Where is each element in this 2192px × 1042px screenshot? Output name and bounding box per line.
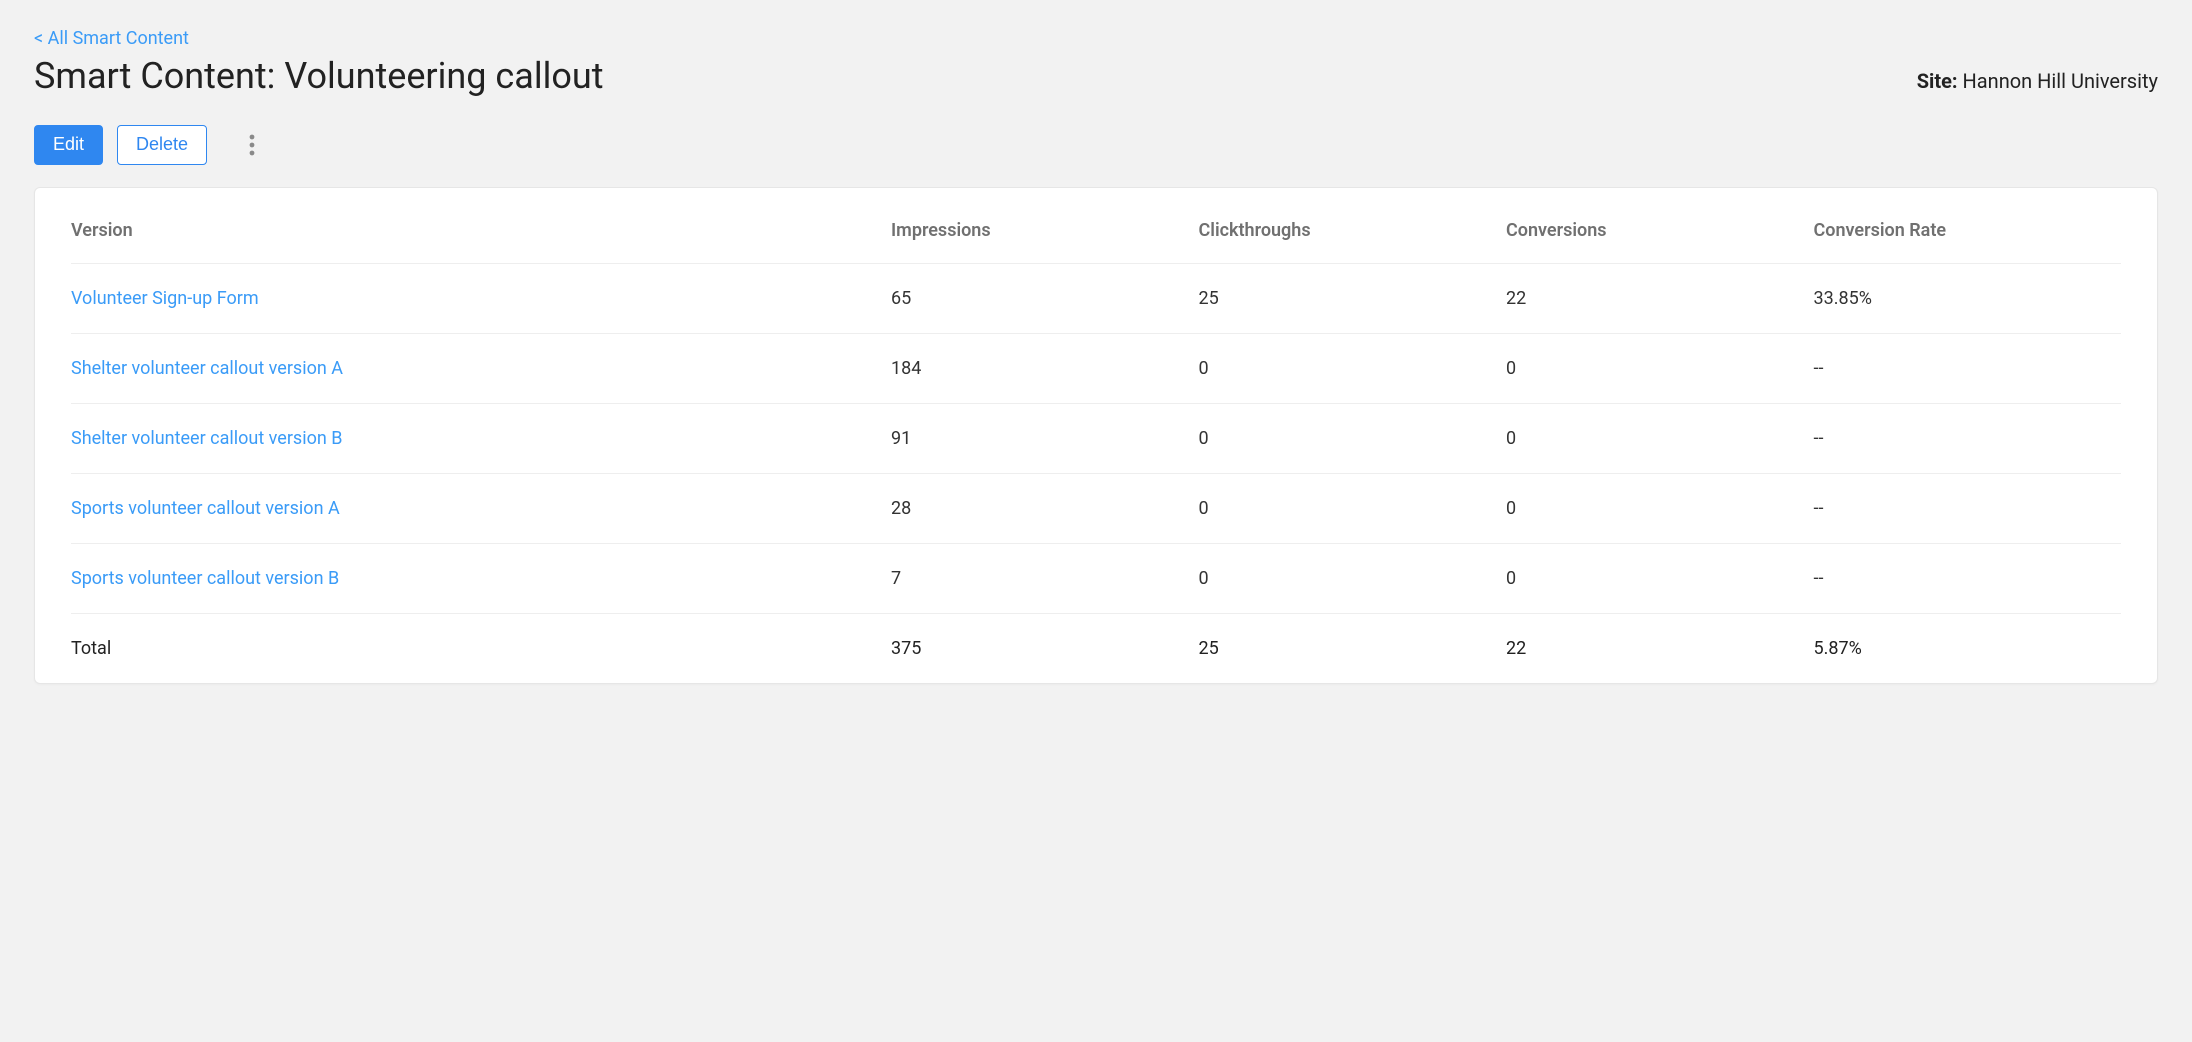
total-impressions: 375 xyxy=(891,613,1199,683)
cell-conversions: 0 xyxy=(1506,543,1814,613)
stats-table: Version Impressions Clickthroughs Conver… xyxy=(71,188,2121,683)
cell-impressions: 91 xyxy=(891,403,1199,473)
cell-conversion-rate: -- xyxy=(1814,403,2122,473)
cell-clickthroughs: 0 xyxy=(1199,333,1507,403)
stats-card: Version Impressions Clickthroughs Conver… xyxy=(34,187,2158,684)
table-row: Volunteer Sign-up Form 65 25 22 33.85% xyxy=(71,263,2121,333)
total-clickthroughs: 25 xyxy=(1199,613,1507,683)
cell-impressions: 184 xyxy=(891,333,1199,403)
site-name: Hannon Hill University xyxy=(1963,69,2158,93)
delete-button[interactable]: Delete xyxy=(117,125,207,165)
cell-conversion-rate: -- xyxy=(1814,473,2122,543)
version-link[interactable]: Sports volunteer callout version A xyxy=(71,498,340,519)
version-link[interactable]: Volunteer Sign-up Form xyxy=(71,288,259,309)
version-link[interactable]: Shelter volunteer callout version A xyxy=(71,358,343,379)
table-row: Sports volunteer callout version A 28 0 … xyxy=(71,473,2121,543)
table-row: Sports volunteer callout version B 7 0 0… xyxy=(71,543,2121,613)
cell-conversions: 0 xyxy=(1506,473,1814,543)
cell-conversion-rate: -- xyxy=(1814,543,2122,613)
cell-conversions: 22 xyxy=(1506,263,1814,333)
cell-conversion-rate: 33.85% xyxy=(1814,263,2122,333)
cell-clickthroughs: 0 xyxy=(1199,473,1507,543)
cell-conversions: 0 xyxy=(1506,333,1814,403)
col-header-conversions[interactable]: Conversions xyxy=(1506,188,1814,264)
col-header-impressions[interactable]: Impressions xyxy=(891,188,1199,264)
col-header-conversion-rate[interactable]: Conversion Rate xyxy=(1814,188,2122,264)
cell-impressions: 28 xyxy=(891,473,1199,543)
breadcrumb-link[interactable]: < All Smart Content xyxy=(34,28,189,49)
page-title: Smart Content: Volunteering callout xyxy=(34,55,603,97)
total-conversions: 22 xyxy=(1506,613,1814,683)
col-header-clickthroughs[interactable]: Clickthroughs xyxy=(1199,188,1507,264)
cell-clickthroughs: 25 xyxy=(1199,263,1507,333)
version-link[interactable]: Sports volunteer callout version B xyxy=(71,568,339,589)
site-indicator: Site: Hannon Hill University xyxy=(1917,69,2158,93)
table-row: Shelter volunteer callout version B 91 0… xyxy=(71,403,2121,473)
cell-clickthroughs: 0 xyxy=(1199,543,1507,613)
total-conversion-rate: 5.87% xyxy=(1814,613,2122,683)
total-label: Total xyxy=(71,613,891,683)
cell-impressions: 7 xyxy=(891,543,1199,613)
cell-conversions: 0 xyxy=(1506,403,1814,473)
table-total-row: Total 375 25 22 5.87% xyxy=(71,613,2121,683)
edit-button[interactable]: Edit xyxy=(34,125,103,165)
more-actions-button[interactable] xyxy=(239,128,265,162)
cell-conversion-rate: -- xyxy=(1814,333,2122,403)
cell-clickthroughs: 0 xyxy=(1199,403,1507,473)
version-link[interactable]: Shelter volunteer callout version B xyxy=(71,428,342,449)
site-label: Site: xyxy=(1917,69,1958,93)
col-header-version[interactable]: Version xyxy=(71,188,891,264)
more-vertical-icon xyxy=(249,134,255,156)
cell-impressions: 65 xyxy=(891,263,1199,333)
table-row: Shelter volunteer callout version A 184 … xyxy=(71,333,2121,403)
